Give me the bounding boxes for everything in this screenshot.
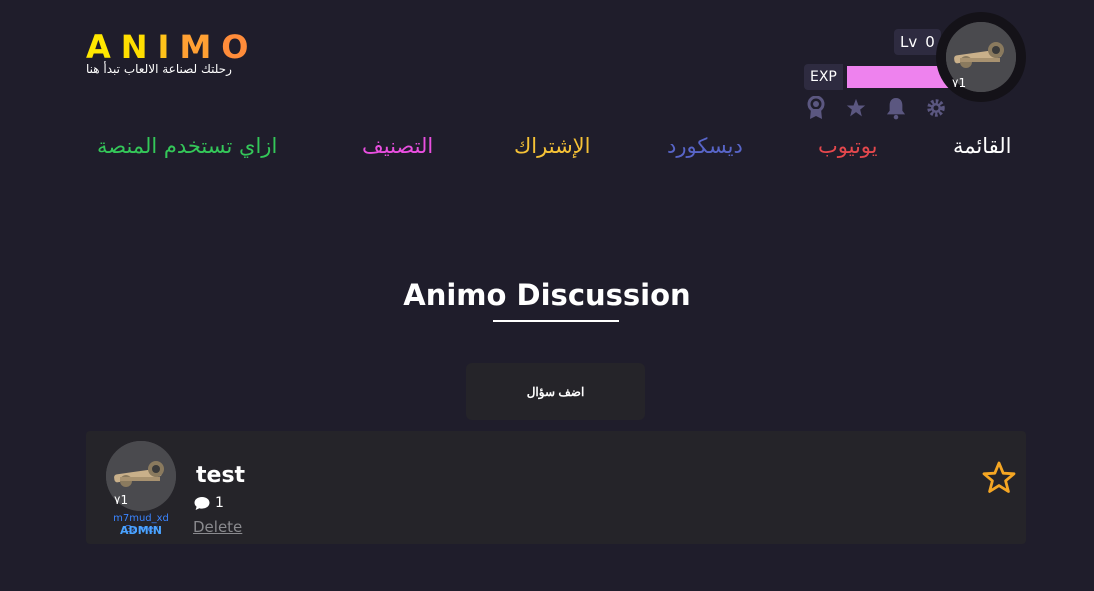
nav-item-menu[interactable]: القائمة — [953, 134, 1012, 158]
star-icon[interactable] — [846, 96, 866, 120]
level-box: Lv 0 — [894, 29, 941, 55]
user-profile: Lv 0 EXP ٧1 — [800, 12, 1030, 127]
favorite-star-icon[interactable] — [982, 461, 1016, 495]
level-label: Lv — [900, 33, 918, 51]
logo[interactable]: A N I M O رحلتك لصناعة الالعاب تبدأ هنا — [86, 30, 259, 76]
main-nav: القائمة يوتيوب ديسكورد الإشتراك التصنيف … — [0, 134, 1094, 168]
nav-item-discord[interactable]: ديسكورد — [667, 134, 743, 158]
discussion-post[interactable]: ٧1 m7mud_xd Gamer ADMIN test 1 Delete — [86, 431, 1026, 544]
comment-count: 1 — [215, 495, 224, 511]
delete-post-link[interactable]: Delete — [193, 518, 242, 536]
badge-icon[interactable] — [806, 96, 826, 120]
level-value: 0 — [925, 33, 935, 51]
nav-item-ranking[interactable]: التصنيف — [362, 134, 433, 158]
post-comments: 1 — [194, 495, 224, 511]
exp-bar — [846, 66, 951, 88]
add-question-button[interactable]: اضف سؤال — [466, 363, 645, 420]
post-author-role: ADMIN — [120, 524, 162, 537]
comment-icon — [194, 496, 210, 510]
logo-letter: N — [120, 28, 158, 66]
gear-icon[interactable] — [926, 96, 946, 120]
profile-icons — [806, 96, 946, 120]
nav-item-youtube[interactable]: يوتيوب — [818, 134, 878, 158]
logo-letter: M — [179, 28, 222, 66]
logo-letter: A — [86, 28, 121, 66]
profile-avatar[interactable] — [936, 12, 1026, 102]
post-title[interactable]: test — [196, 463, 245, 488]
nav-item-how-to-use[interactable]: ازاي تستخدم المنصة — [97, 134, 277, 158]
avatar-number: ٧1 — [952, 76, 967, 90]
exp-label: EXP — [804, 64, 843, 90]
logo-title: A N I M O — [86, 30, 259, 64]
logo-letter: I — [157, 28, 180, 66]
logo-subtitle: رحلتك لصناعة الالعاب تبدأ هنا — [86, 62, 232, 76]
exp-row: EXP — [804, 64, 951, 90]
logo-letter: O — [221, 28, 259, 66]
bell-icon[interactable] — [886, 96, 906, 120]
nav-item-subscription[interactable]: الإشتراك — [514, 134, 590, 158]
page-title: Animo Discussion — [403, 278, 691, 312]
post-avatar-number: ٧1 — [114, 493, 129, 507]
title-underline — [493, 320, 619, 322]
